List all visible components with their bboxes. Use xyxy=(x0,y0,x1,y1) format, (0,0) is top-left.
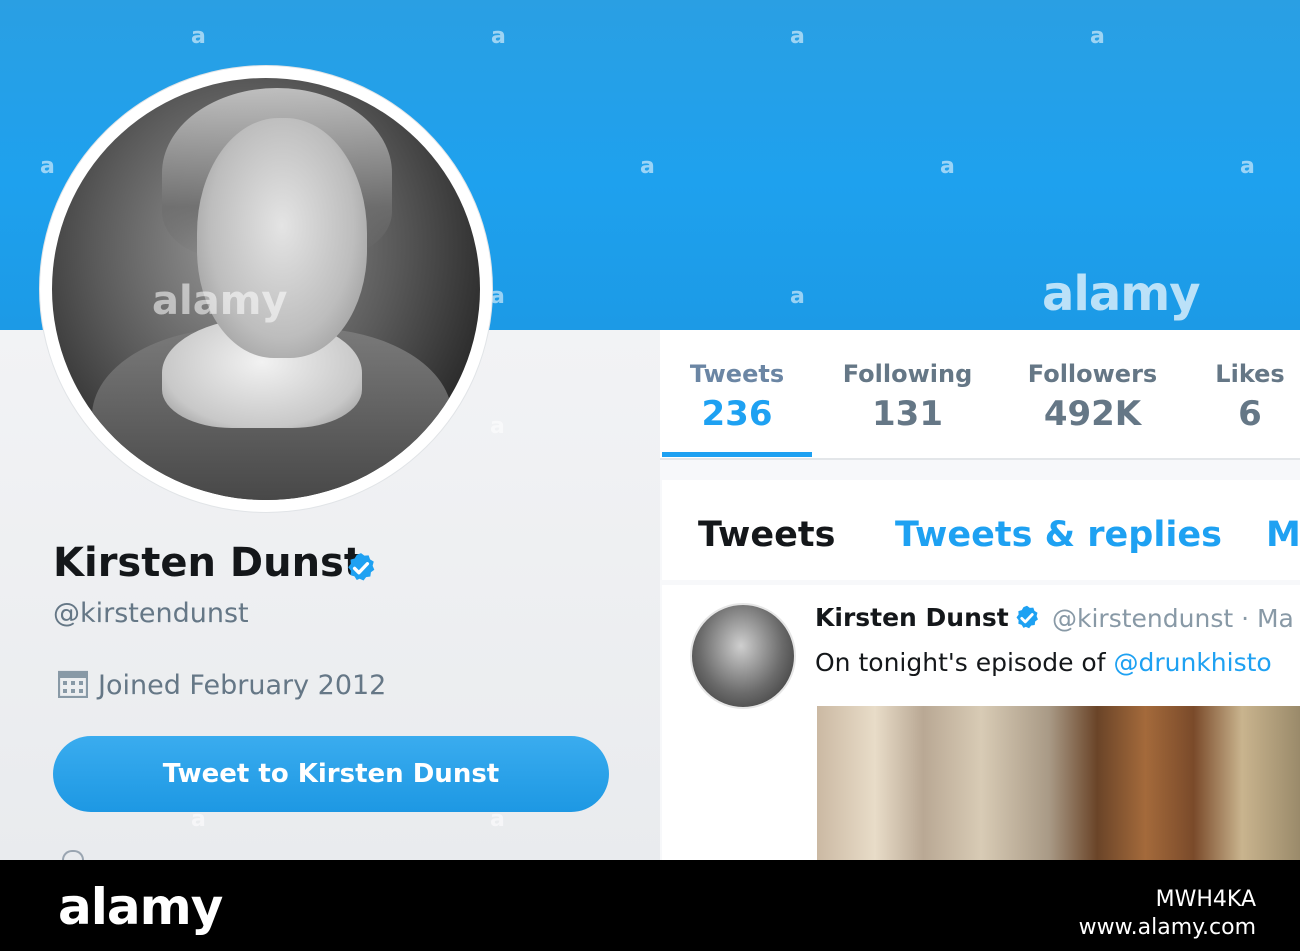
tab-media[interactable]: M xyxy=(1266,515,1300,555)
calendar-icon xyxy=(58,670,88,698)
watermark-mark: a xyxy=(191,24,206,49)
tweet-mention-link[interactable]: @drunkhisto xyxy=(1113,648,1271,677)
watermark-brand: alamy xyxy=(1042,266,1201,322)
tab-tweets[interactable]: Tweets xyxy=(698,515,835,555)
stat-label: Likes xyxy=(1215,360,1285,388)
verified-badge-icon xyxy=(1016,605,1038,629)
stat-label: Tweets xyxy=(689,360,785,388)
watermark-mark: a xyxy=(640,154,655,179)
verified-badge-icon xyxy=(348,553,375,581)
joined-date: Joined February 2012 xyxy=(98,670,387,701)
tweet-author-avatar[interactable] xyxy=(690,603,796,709)
watermark-mark: a xyxy=(490,284,505,309)
profile-name[interactable]: Kirsten Dunst xyxy=(53,540,363,586)
stat-label: Following xyxy=(842,360,973,388)
watermark-mark: a xyxy=(490,807,505,832)
stat-following[interactable]: Following 131 xyxy=(830,330,985,458)
watermark-mark: a xyxy=(191,807,206,832)
tweet-to-button[interactable]: Tweet to Kirsten Dunst xyxy=(53,736,609,812)
stat-value: 131 xyxy=(872,394,943,434)
footer-url: www.alamy.com xyxy=(1078,915,1256,940)
watermark-mark: a xyxy=(1240,154,1255,179)
watermark-mark: a xyxy=(790,807,805,832)
stat-value: 236 xyxy=(701,394,773,434)
tweet-text-body: On tonight's episode of xyxy=(815,648,1114,677)
stat-tweets[interactable]: Tweets 236 xyxy=(662,330,812,458)
tweet-author-handle[interactable]: @kirstendunst · Ma xyxy=(1052,604,1294,633)
tweet-author-name[interactable]: Kirsten Dunst xyxy=(815,603,1009,632)
tweet-text: On tonight's episode of @drunkhisto xyxy=(815,648,1272,677)
tab-tweets-replies[interactable]: Tweets & replies xyxy=(895,515,1222,555)
stat-value: 6 xyxy=(1238,394,1262,434)
watermark-mark: a xyxy=(790,284,805,309)
active-stat-underline xyxy=(662,452,812,457)
footer-image-id: MWH4KA xyxy=(1155,887,1256,912)
tweet-media-image[interactable] xyxy=(817,706,1300,860)
watermark-mark: a xyxy=(790,24,805,49)
stat-label: Followers xyxy=(1027,360,1158,388)
watermark-mark: a xyxy=(40,154,55,179)
profile-handle[interactable]: @kirstendunst xyxy=(53,598,249,629)
watermark-mark: a xyxy=(490,414,505,439)
watermark-mark: a xyxy=(491,24,506,49)
stat-likes[interactable]: Likes 6 xyxy=(1200,330,1300,458)
watermark-brand: alamy xyxy=(152,278,288,324)
watermark-mark: a xyxy=(940,154,955,179)
watermark-mark: a xyxy=(1090,24,1105,49)
stat-value: 492K xyxy=(1043,394,1142,434)
stat-followers[interactable]: Followers 492K xyxy=(1015,330,1170,458)
footer-brand: alamy xyxy=(58,878,223,936)
